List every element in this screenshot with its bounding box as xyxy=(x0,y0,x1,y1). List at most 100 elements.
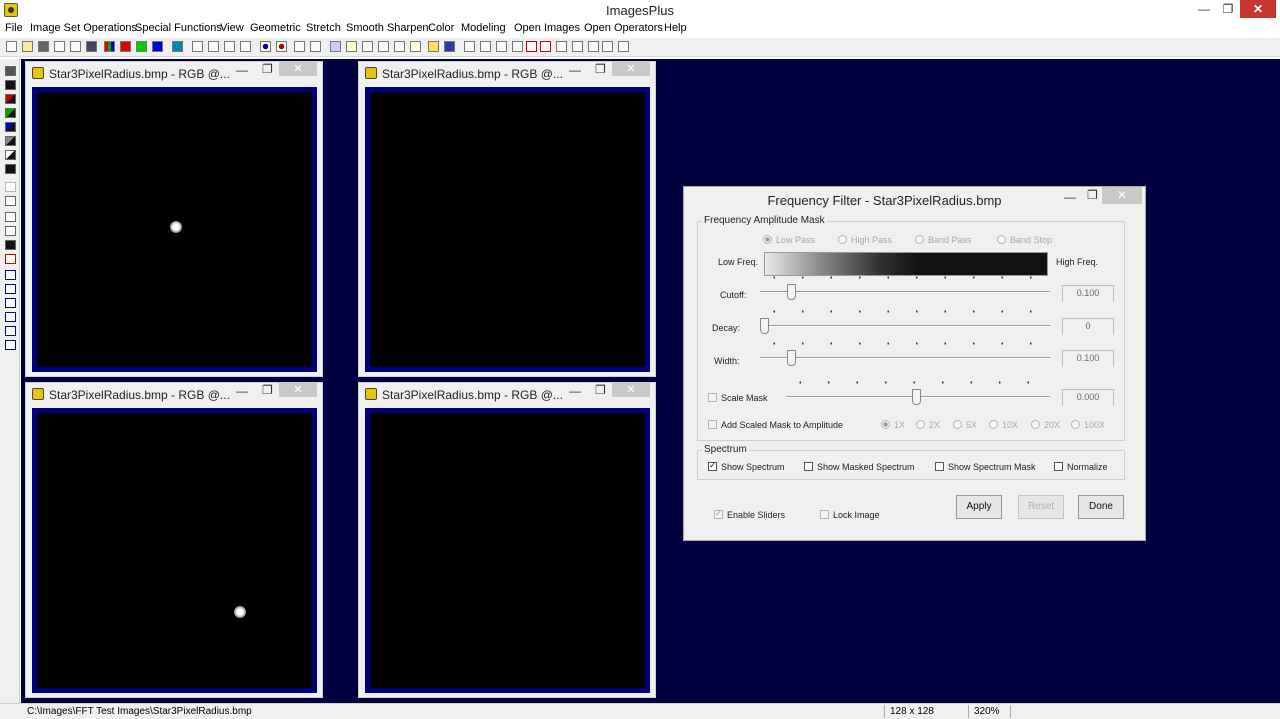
dialog-maximize-icon[interactable]: ❐ xyxy=(1087,188,1098,202)
close-icon[interactable]: ✕ xyxy=(612,383,650,397)
radio-high-pass[interactable]: High Pass xyxy=(838,235,892,245)
checkbox-box[interactable] xyxy=(708,460,717,471)
green-channel-icon[interactable] xyxy=(136,41,147,52)
window-4-icon[interactable] xyxy=(602,41,613,52)
radio-band-stop[interactable]: Band Stop xyxy=(997,235,1052,245)
minimize-icon[interactable]: — xyxy=(236,63,248,77)
tool-gray-icon[interactable] xyxy=(5,136,16,146)
image-window-2[interactable]: Star3PixelRadius.bmp - RGB @... — ❐ ✕ xyxy=(358,61,656,377)
cutoff-slider[interactable] xyxy=(760,276,1050,302)
line-profile-icon[interactable] xyxy=(294,41,305,52)
minimize-icon[interactable]: — xyxy=(569,63,581,77)
apply-button[interactable]: Apply xyxy=(956,495,1002,519)
close-all-icon[interactable] xyxy=(70,41,81,52)
redo-all-icon[interactable] xyxy=(240,41,251,52)
menu-view[interactable]: View xyxy=(220,22,244,34)
reset-button[interactable]: Reset xyxy=(1018,495,1064,519)
dialog-header[interactable]: Frequency Filter - Star3PixelRadius.bmp … xyxy=(684,187,1145,211)
tool-black-icon[interactable] xyxy=(5,80,16,90)
radio-2x[interactable]: 2X xyxy=(916,420,940,430)
checkbox-box[interactable] xyxy=(708,393,717,402)
image-window-header[interactable]: Star3PixelRadius.bmp - RGB @... — ❐ ✕ xyxy=(359,383,655,405)
zoom-fit-icon[interactable] xyxy=(496,41,507,52)
window-1-icon[interactable] xyxy=(556,41,567,52)
spectrum-canvas[interactable] xyxy=(370,92,645,367)
undo-all-icon[interactable] xyxy=(224,41,235,52)
image-window-3[interactable]: Star3PixelRadius.bmp - RGB @... — ❐ ✕ xyxy=(25,382,323,698)
enable-sliders-checkbox[interactable]: Enable Sliders xyxy=(714,508,785,520)
zoom-in-icon[interactable] xyxy=(464,41,475,52)
luminance-icon[interactable] xyxy=(172,41,183,52)
zoom-actual-icon[interactable] xyxy=(512,41,523,52)
shrink-icon[interactable] xyxy=(540,41,551,52)
tool-rotate-right-icon[interactable] xyxy=(5,326,16,336)
scale-mask-value[interactable]: 0.000 xyxy=(1062,389,1114,406)
blue-channel-icon[interactable] xyxy=(152,41,163,52)
menu-open-images[interactable]: Open Images xyxy=(514,22,580,34)
tool-brush-icon[interactable] xyxy=(5,182,16,192)
window-5-icon[interactable] xyxy=(618,41,629,52)
minimize-icon[interactable]: — xyxy=(236,384,248,398)
radio-100x[interactable]: 100X xyxy=(1071,420,1105,430)
close-icon[interactable]: ✕ xyxy=(279,62,317,76)
new-icon[interactable] xyxy=(6,41,17,52)
tool-green-icon[interactable] xyxy=(5,108,16,118)
radio-low-pass[interactable]: Low Pass xyxy=(763,235,815,245)
dialog-minimize-icon[interactable]: — xyxy=(1064,190,1076,204)
restore-icon[interactable] xyxy=(276,41,287,52)
radio-band-pass[interactable]: Band Pass xyxy=(915,235,972,245)
crosshair-icon[interactable] xyxy=(378,41,389,52)
tool-right-icon[interactable] xyxy=(5,298,16,308)
close-icon[interactable]: ✕ xyxy=(612,62,650,76)
window-3-icon[interactable] xyxy=(588,41,599,52)
redo-icon[interactable] xyxy=(208,41,219,52)
show-masked-spectrum-checkbox[interactable]: Show Masked Spectrum xyxy=(804,462,915,472)
menu-modeling[interactable]: Modeling xyxy=(461,22,506,34)
open-icon[interactable] xyxy=(22,41,33,52)
pencil-icon[interactable] xyxy=(428,41,439,52)
decay-value[interactable]: 0 xyxy=(1062,318,1114,335)
image-window-1[interactable]: Star3PixelRadius.bmp - RGB @... — ❐ ✕ xyxy=(25,61,323,377)
menu-image-set-operations[interactable]: Image Set Operations xyxy=(30,22,137,34)
stamp-icon[interactable] xyxy=(260,41,271,52)
decay-slider-thumb[interactable] xyxy=(760,318,769,334)
radio-10x[interactable]: 10X xyxy=(989,420,1018,430)
tool-blue-icon[interactable] xyxy=(5,122,16,132)
tool-mask-icon[interactable] xyxy=(5,164,16,174)
maximize-icon[interactable]: ❐ xyxy=(262,62,273,76)
show-spectrum-mask-checkbox[interactable]: Show Spectrum Mask xyxy=(935,462,1036,472)
maximize-button[interactable]: ❐ xyxy=(1216,0,1240,18)
window-2-icon[interactable] xyxy=(572,41,583,52)
normalize-checkbox[interactable]: Normalize xyxy=(1054,462,1108,472)
maximize-icon[interactable]: ❐ xyxy=(595,383,606,397)
save-icon[interactable] xyxy=(38,41,49,52)
menu-help[interactable]: Help xyxy=(664,22,687,34)
menu-stretch[interactable]: Stretch xyxy=(306,22,341,34)
checkbox-box[interactable] xyxy=(820,510,829,519)
width-slider[interactable] xyxy=(760,342,1050,368)
image-canvas[interactable] xyxy=(37,413,312,688)
minimize-icon[interactable]: — xyxy=(569,384,581,398)
tool-red-icon[interactable] xyxy=(5,94,16,104)
image-window-4[interactable]: Star3PixelRadius.bmp - RGB @... — ❐ ✕ xyxy=(358,382,656,698)
maximize-icon[interactable]: ❐ xyxy=(595,62,606,76)
menu-open-operators[interactable]: Open Operators xyxy=(584,22,663,34)
spectrum-canvas[interactable] xyxy=(370,413,645,688)
grid-icon[interactable] xyxy=(394,41,405,52)
expand-icon[interactable] xyxy=(526,41,537,52)
plus-icon[interactable] xyxy=(362,41,373,52)
add-scaled-mask-checkbox[interactable]: Add Scaled Mask to Amplitude xyxy=(708,420,843,430)
scale-mask-slider[interactable] xyxy=(786,381,1050,407)
tool-fill-icon[interactable] xyxy=(5,240,16,250)
width-value[interactable]: 0.100 xyxy=(1062,350,1114,367)
checkbox-box[interactable] xyxy=(804,462,813,471)
width-slider-thumb[interactable] xyxy=(787,350,796,366)
checkbox-box[interactable] xyxy=(1054,462,1063,471)
tool-move-icon[interactable] xyxy=(5,270,16,280)
stretch-icon[interactable] xyxy=(330,41,341,52)
cutoff-slider-thumb[interactable] xyxy=(787,284,796,300)
menu-geometric[interactable]: Geometric xyxy=(250,22,301,34)
dialog-close-icon[interactable]: ✕ xyxy=(1102,187,1142,204)
close-image-icon[interactable] xyxy=(54,41,65,52)
tool-crop-icon[interactable] xyxy=(5,226,16,236)
